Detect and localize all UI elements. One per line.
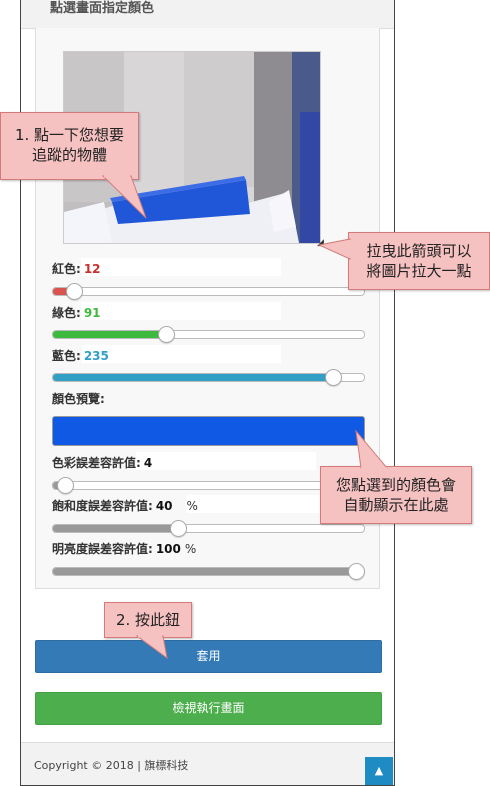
callout-line: 2. 按此鈕 (115, 611, 181, 629)
label-bg (81, 302, 281, 320)
red-slider-handle[interactable] (66, 283, 83, 300)
callout-pointer (101, 175, 147, 219)
brightness-tolerance-fill (53, 568, 357, 575)
green-slider-handle[interactable] (158, 326, 175, 343)
callout-line: 您點選到的顏色會 (335, 476, 456, 494)
preview-label: 顏色預覽: (52, 392, 105, 406)
color-tolerance-value: 4 (143, 456, 153, 470)
section-title: 點選畫面指定顏色 (50, 1, 155, 16)
callout-pointer (317, 238, 352, 260)
blue-value: 235 (83, 349, 109, 363)
callout-line: 拉曳此箭頭可以 (366, 242, 472, 260)
back-to-top-button[interactable]: ▲ (365, 757, 393, 785)
footer: Copyright © 2018 | 旗標科技 ▲ (21, 742, 394, 785)
callout-press-button: 2. 按此鈕 (104, 602, 192, 660)
red-label: 紅色: 12 (52, 260, 101, 277)
saturation-tolerance-fill (53, 525, 179, 532)
callout-line: 自動顯示在此處 (343, 496, 449, 514)
saturation-tolerance-value: 40 (155, 499, 173, 513)
apply-button[interactable]: 套用 (35, 640, 382, 673)
brightness-tolerance-track[interactable] (52, 567, 365, 576)
blue-label: 藍色: 235 (52, 347, 109, 364)
blue-slider-fill (53, 374, 334, 381)
saturation-tolerance-unit: % (186, 499, 198, 513)
chevron-up-icon: ▲ (374, 764, 384, 777)
brightness-tolerance-label: 明亮度誤差容許值: 100% (52, 540, 196, 557)
brightness-tolerance-unit: % (184, 542, 197, 556)
callout-drag-arrow: 拉曳此箭頭可以 將圖片拉大一點 (317, 232, 490, 290)
red-slider-track[interactable] (52, 287, 365, 296)
callout-line: 追蹤的物體 (31, 146, 107, 164)
color-tolerance-label-text: 色彩誤差容許值: (52, 456, 141, 470)
view-run-screen-button[interactable]: 檢視執行畫面 (35, 692, 382, 725)
copyright-text: Copyright © 2018 | 旗標科技 (34, 759, 189, 772)
red-value: 12 (83, 262, 101, 276)
callout-pointer (135, 635, 168, 660)
color-preview-swatch (52, 416, 365, 446)
panel-header: 點選畫面指定顏色 (21, 0, 394, 29)
label-bg (186, 495, 326, 513)
saturation-tolerance-track[interactable] (52, 524, 365, 533)
label-bg (81, 258, 281, 276)
brightness-tolerance-handle[interactable] (348, 563, 365, 580)
callout-click-object: 1. 點一下您想要 追蹤的物體 (0, 112, 147, 219)
color-tolerance-handle[interactable] (57, 477, 74, 494)
green-slider-track[interactable] (52, 330, 365, 339)
color-tolerance-track[interactable] (52, 481, 365, 490)
callout-line: 1. 點一下您想要 (14, 126, 125, 144)
blue-label-text: 藍色: (52, 349, 81, 363)
callout-color-display: 您點選到的顏色會 自動顯示在此處 (320, 429, 472, 524)
green-value: 91 (83, 306, 101, 320)
green-slider-fill (53, 331, 167, 338)
callout-line: 將圖片拉大一點 (366, 262, 472, 280)
saturation-tolerance-label-text: 飽和度誤差容許值: (52, 499, 153, 513)
brightness-tolerance-value: 100 (155, 542, 181, 556)
green-label: 綠色: 91 (52, 304, 101, 321)
callout-pointer (355, 429, 389, 469)
color-tolerance-label: 色彩誤差容許值: 4 (52, 454, 152, 471)
blue-slider-track[interactable] (52, 373, 365, 382)
red-label-text: 紅色: (52, 262, 81, 276)
saturation-tolerance-label: 飽和度誤差容許值: 40% (52, 497, 198, 514)
blue-slider-handle[interactable] (325, 369, 342, 386)
brightness-tolerance-label-text: 明亮度誤差容許值: (52, 542, 153, 556)
label-bg (81, 345, 281, 363)
label-bg (136, 452, 316, 470)
green-label-text: 綠色: (52, 306, 81, 320)
saturation-tolerance-handle[interactable] (170, 520, 187, 537)
